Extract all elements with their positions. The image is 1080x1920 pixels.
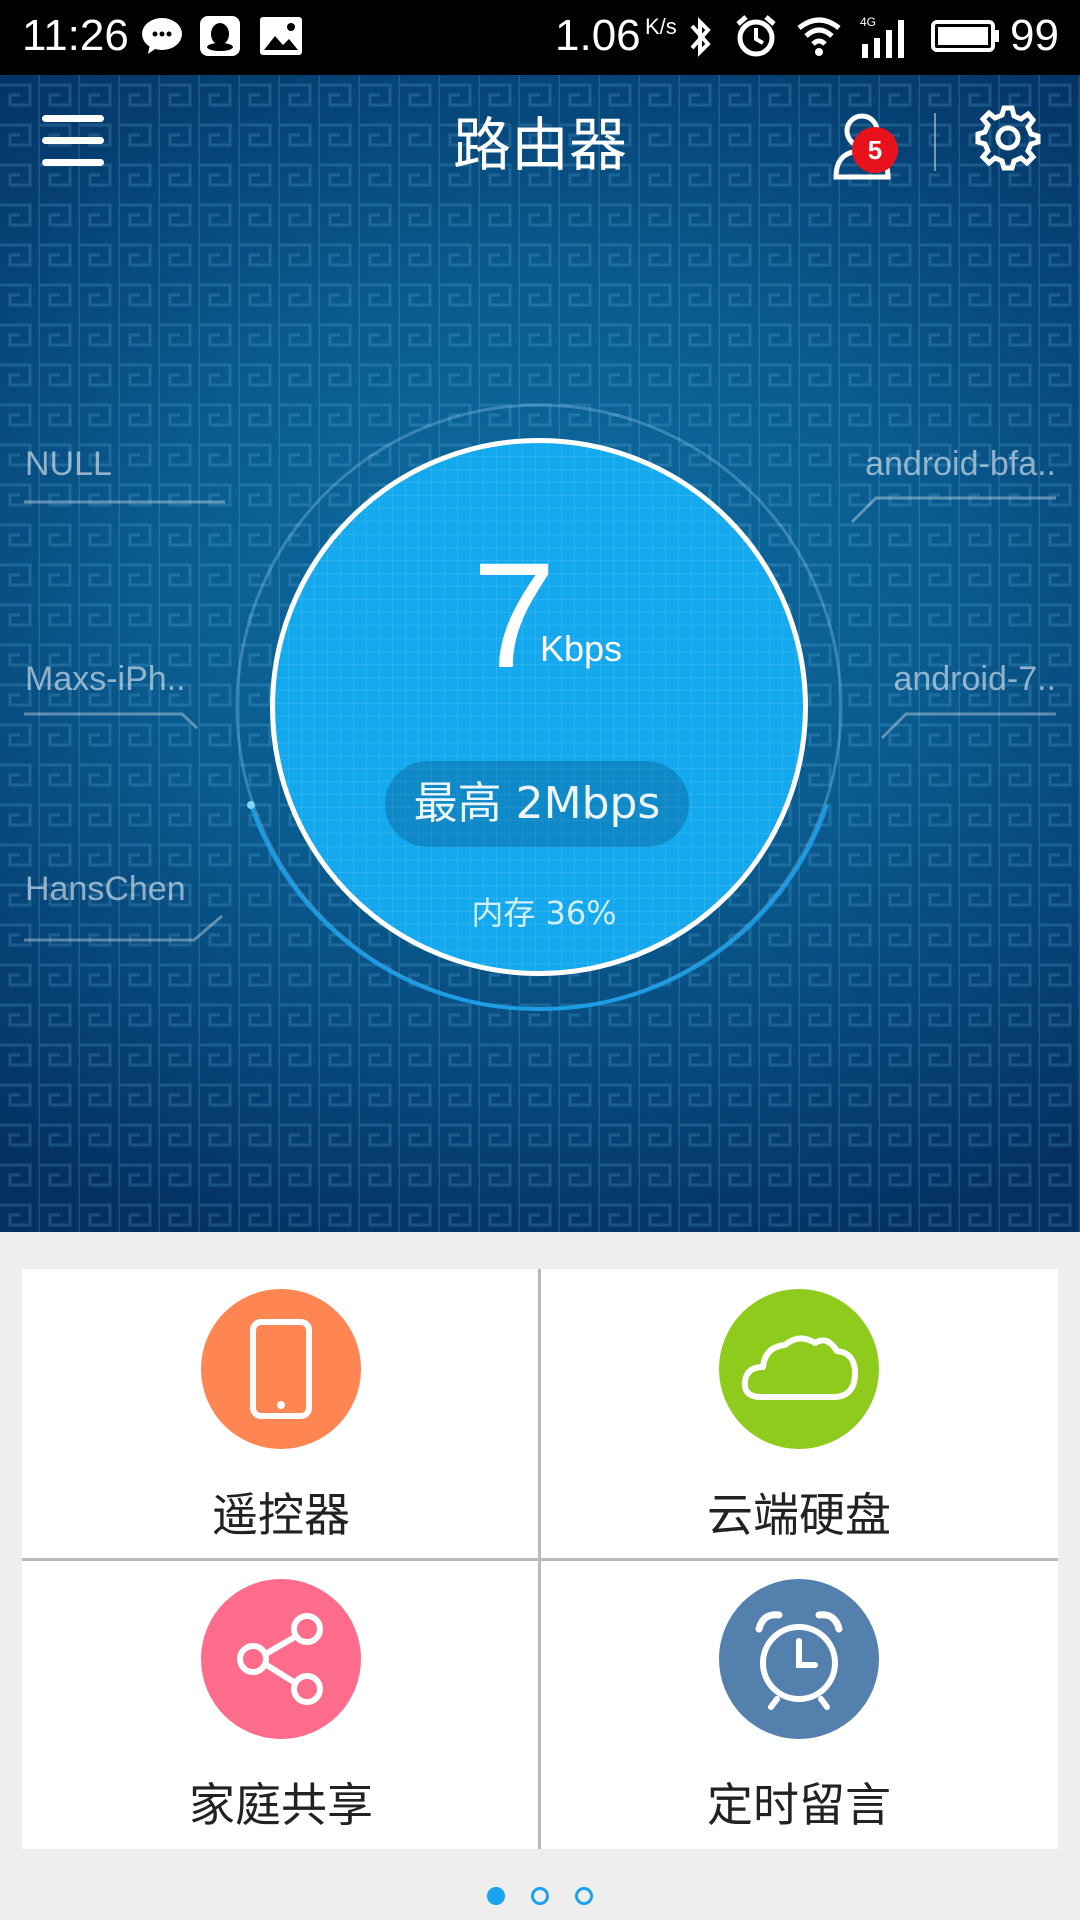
peak-speed: 最高 2Mbps (385, 761, 689, 847)
device-name: NULL (25, 445, 112, 483)
timed-message-tile[interactable]: 定时留言 (540, 1559, 1058, 1849)
page-indicator (0, 1887, 1080, 1909)
page-dot-2[interactable] (531, 1887, 549, 1905)
qq-icon (200, 16, 240, 56)
router-dashboard: 路由器 5 NULL Maxs-iPh.. HansChen android-b… (0, 75, 1080, 1232)
battery-icon (931, 20, 999, 52)
net-speed-unit: K/s (645, 14, 677, 39)
device-left-2[interactable]: Maxs-iPh.. (25, 660, 186, 699)
device-name: Maxs-iPh.. (25, 660, 186, 698)
share-icon (201, 1579, 361, 1739)
family-share-tile[interactable]: 家庭共享 (22, 1559, 540, 1849)
cloud-icon (719, 1289, 879, 1449)
remote-control-tile[interactable]: 遥控器 (22, 1269, 540, 1559)
wechat-icon (142, 18, 182, 54)
device-left-1-line (24, 500, 225, 504)
tile-label: 遥控器 (212, 1488, 350, 1542)
device-left-1[interactable]: NULL (25, 445, 112, 484)
header-divider (934, 113, 936, 171)
feature-grid: 遥控器 云端硬盘 家庭共享 定时留言 (22, 1269, 1058, 1849)
grid-divider-vertical (538, 1269, 541, 1849)
device-right-1-line (850, 496, 1056, 524)
page-dot-3[interactable] (575, 1887, 593, 1905)
device-left-3-line (24, 914, 223, 942)
device-name: HansChen (25, 870, 186, 908)
memory-usage: 内存 36% (471, 894, 617, 932)
status-time: 11:26 (22, 11, 129, 60)
net-speed: 1.06 (555, 11, 641, 60)
gear-icon[interactable] (975, 105, 1041, 171)
phone-icon (201, 1289, 361, 1449)
page-dot-1[interactable] (487, 1887, 505, 1905)
menu-icon[interactable] (42, 115, 104, 167)
status-bar: 11:26 1.06 K/s 4G 99 (0, 0, 1080, 75)
wifi-icon (797, 17, 841, 56)
device-left-3[interactable]: HansChen (25, 870, 186, 909)
device-right-1[interactable]: android-bfa.. (865, 445, 1056, 484)
page-title: 路由器 (452, 111, 627, 179)
image-icon (260, 17, 302, 55)
device-right-2-line (880, 712, 1056, 740)
notification-badge: 5 (852, 127, 898, 173)
4g-signal-icon: 4G (860, 15, 904, 58)
battery-percent: 99 (1010, 11, 1059, 60)
tile-label: 家庭共享 (189, 1778, 373, 1832)
alarm-icon (736, 15, 776, 57)
speed-value: 7 (472, 531, 556, 699)
cloud-drive-tile[interactable]: 云端硬盘 (540, 1269, 1058, 1559)
device-left-2-line (24, 712, 199, 730)
device-name: android-7.. (893, 660, 1056, 698)
tile-label: 云端硬盘 (707, 1488, 891, 1542)
svg-text:4G: 4G (860, 15, 876, 29)
speed-gauge[interactable]: 7 Kbps 最高 2Mbps 内存 36% (270, 438, 808, 976)
device-name: android-bfa.. (865, 445, 1056, 483)
device-right-2[interactable]: android-7.. (893, 660, 1056, 699)
speed-unit: Kbps (540, 628, 623, 669)
tile-label: 定时留言 (707, 1778, 891, 1832)
alarm-clock-icon (719, 1579, 879, 1739)
bluetooth-icon (690, 17, 711, 57)
